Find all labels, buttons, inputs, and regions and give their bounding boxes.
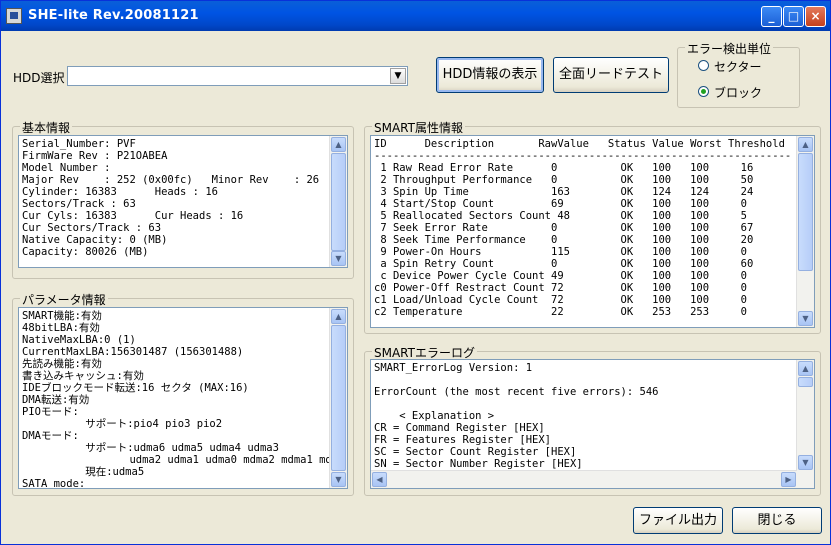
error-log-line xyxy=(374,374,811,386)
basic-info-line: Model Number : xyxy=(22,162,111,174)
close-button[interactable]: 閉じる xyxy=(732,507,822,534)
smart-attribute-row: 8 Seek Time Performance 0 OK 100 100 20 xyxy=(374,234,754,246)
basic-info-line: Cylinder: 16383 Heads : 16 xyxy=(22,186,218,198)
basic-info-scrollbar[interactable]: ▲ ▼ xyxy=(329,136,347,267)
smart-attribute-row: 1 Raw Read Error Rate 0 OK 100 100 16 xyxy=(374,162,754,174)
parameter-info-text: SMART機能:有効 48bitLBA:有効 NativeMaxLBA:0 (1) C… xyxy=(19,308,348,489)
parameter-info-line: SATA mode: xyxy=(22,478,86,489)
error-log-line: ErrorCount (the most recent five errors)… xyxy=(374,386,659,398)
scroll-thumb[interactable] xyxy=(331,153,346,251)
scroll-up-icon[interactable]: ▲ xyxy=(798,137,813,152)
scroll-thumb[interactable] xyxy=(798,153,813,271)
smart-attribute-row: 4 Start/Stop Count 69 OK 100 100 0 xyxy=(374,198,747,210)
file-output-button[interactable]: ファイル出力 xyxy=(633,507,723,534)
scroll-up-icon[interactable]: ▲ xyxy=(331,309,346,324)
parameter-info-line: 先読み機能:有効 xyxy=(22,358,102,370)
scroll-thumb[interactable] xyxy=(331,325,346,471)
error-log-line: SMART_ErrorLog Version: 1 xyxy=(374,362,533,374)
smart-attribute-row: a Spin Retry Count 0 OK 100 100 60 xyxy=(374,258,754,270)
basic-info-line: Sectors/Track : 63 xyxy=(22,198,136,210)
smart-attributes-text: ID Description RawValue Status Value Wor… xyxy=(371,136,814,320)
main-window: SHE-lite Rev.20081121 _ □ × HDD選択 ▼ HDD情… xyxy=(0,0,831,545)
basic-info-line: Serial_Number: PVF xyxy=(22,138,136,150)
scroll-left-icon[interactable]: ◀ xyxy=(372,472,387,487)
error-log-line: < Explanation > xyxy=(374,410,495,422)
hdd-select-label: HDD選択 xyxy=(13,71,65,85)
smart-attribute-row: 9 Power-On Hours 115 OK 100 100 0 xyxy=(374,246,747,258)
scroll-down-icon[interactable]: ▼ xyxy=(331,472,346,487)
error-log-hscrollbar[interactable]: ◀ ▶ xyxy=(371,470,797,488)
smart-attributes-scrollbar[interactable]: ▲ ▼ xyxy=(796,136,814,327)
error-unit-title: エラー検出単位 xyxy=(685,40,774,57)
smart-attribute-row: c1 Load/Unload Cycle Count 72 OK 100 100… xyxy=(374,294,747,306)
basic-info-line: Cur Cyls: 16383 Cur Heads : 16 xyxy=(22,210,244,222)
scroll-down-icon[interactable]: ▼ xyxy=(798,455,813,470)
scroll-down-icon[interactable]: ▼ xyxy=(798,311,813,326)
close-window-button[interactable]: × xyxy=(805,6,826,27)
parameter-info-line: サポート:udma6 udma5 udma4 udma3 xyxy=(22,442,279,454)
parameter-info-line: DMAモード: xyxy=(22,430,79,442)
radio-block-label[interactable]: ブロック xyxy=(714,84,762,101)
smart-attribute-row: 3 Spin Up Time 163 OK 124 124 24 xyxy=(374,186,754,198)
hdd-select-combobox[interactable]: ▼ xyxy=(67,66,408,86)
error-log-line: FR = Features Register [HEX] xyxy=(374,434,552,446)
parameter-info-line: udma2 udma1 udma0 mdma2 mdma1 mdma0 xyxy=(22,454,348,466)
smart-attribute-row: c2 Temperature 22 OK 253 253 0 xyxy=(374,306,747,318)
title-bar[interactable]: SHE-lite Rev.20081121 _ □ × xyxy=(1,1,830,31)
chevron-down-icon[interactable]: ▼ xyxy=(390,68,406,84)
scroll-right-icon[interactable]: ▶ xyxy=(781,472,796,487)
radio-sector[interactable] xyxy=(698,60,709,71)
scroll-up-icon[interactable]: ▲ xyxy=(798,361,813,376)
smart-error-log-text: SMART_ErrorLog Version: 1 ErrorCount (th… xyxy=(371,360,814,472)
parameter-info-line: 書き込みキャッシュ:有効 xyxy=(22,370,144,382)
scroll-thumb[interactable] xyxy=(798,377,813,387)
smart-attribute-row: 5 Reallocated Sectors Count 48 OK 100 10… xyxy=(374,210,747,222)
parameter-info-line: IDEブロックモード転送:16 セクタ (MAX:16) xyxy=(22,382,249,394)
parameter-info-line: 48bitLBA:有効 xyxy=(22,322,100,334)
maximize-button[interactable]: □ xyxy=(783,6,804,27)
basic-info-title: 基本情報 xyxy=(20,119,73,136)
smart-error-log-textbox[interactable]: SMART_ErrorLog Version: 1 ErrorCount (th… xyxy=(370,359,815,489)
basic-info-line: FirmWare Rev : P21OABEA xyxy=(22,150,168,162)
parameter-info-line: サポート:pio4 pio3 pio2 xyxy=(22,418,223,430)
parameter-info-line: SMART機能:有効 xyxy=(22,310,102,322)
basic-info-line: Cur Sectors/Track : 63 xyxy=(22,222,162,234)
basic-info-textbox[interactable]: Serial_Number: PVF FirmWare Rev : P21OABE… xyxy=(18,135,348,268)
radio-block[interactable] xyxy=(698,86,709,97)
smart-attribute-row: 2 Throughput Performance 0 OK 100 100 50 xyxy=(374,174,754,186)
smart-attributes-textbox[interactable]: ID Description RawValue Status Value Wor… xyxy=(370,135,815,328)
parameter-info-line: NativeMaxLBA:0 (1) xyxy=(22,334,136,346)
error-log-vscrollbar[interactable]: ▲ ▼ xyxy=(796,360,814,488)
error-log-line: CR = Command Register [HEX] xyxy=(374,422,545,434)
parameter-info-title: パラメータ情報 xyxy=(20,291,108,308)
app-icon xyxy=(6,8,22,24)
full-read-test-button[interactable]: 全面リードテスト xyxy=(553,57,669,93)
basic-info-line: Native Capacity: 0 (MB) xyxy=(22,234,168,246)
smart-attribute-row: c0 Power-Off Restract Count 72 OK 100 10… xyxy=(374,282,747,294)
parameter-info-line: 現在:udma5 xyxy=(22,466,145,478)
radio-sector-label[interactable]: セクター xyxy=(714,58,762,75)
window-title: SHE-lite Rev.20081121 xyxy=(28,8,199,23)
parameter-info-line: DMA転送:有効 xyxy=(22,394,90,406)
smart-separator: ----------------------------------------… xyxy=(374,150,792,162)
parameter-info-line: PIOモード: xyxy=(22,406,79,418)
basic-info-line: Major Rev : 252 (0x00fc) Minor Rev : 26 xyxy=(22,174,320,186)
smart-header: ID Description RawValue Status Value Wor… xyxy=(374,138,785,150)
smart-attribute-row: 7 Seek Error Rate 0 OK 100 100 67 xyxy=(374,222,754,234)
scroll-down-icon[interactable]: ▼ xyxy=(331,251,346,266)
basic-info-line: Capacity: 80026 (MB) xyxy=(22,246,149,258)
minimize-button[interactable]: _ xyxy=(761,6,782,27)
error-log-line xyxy=(374,398,811,410)
smart-attributes-title: SMART属性情報 xyxy=(372,119,465,136)
basic-info-text: Serial_Number: PVF FirmWare Rev : P21OABE… xyxy=(19,136,347,260)
error-log-line: SC = Sector Count Register [HEX] xyxy=(374,446,577,458)
smart-attribute-row: c Device Power Cycle Count 49 OK 100 100… xyxy=(374,270,747,282)
parameter-info-textbox[interactable]: SMART機能:有効 48bitLBA:有効 NativeMaxLBA:0 (1) C… xyxy=(18,307,348,489)
error-log-line: SN = Sector Number Register [HEX] xyxy=(374,458,583,470)
parameter-info-scrollbar[interactable]: ▲ ▼ xyxy=(329,308,347,488)
scroll-up-icon[interactable]: ▲ xyxy=(331,137,346,152)
parameter-info-line: CurrentMaxLBA:156301487 (156301488) xyxy=(22,346,244,358)
show-hdd-info-button[interactable]: HDD情報の表示 xyxy=(436,57,544,93)
